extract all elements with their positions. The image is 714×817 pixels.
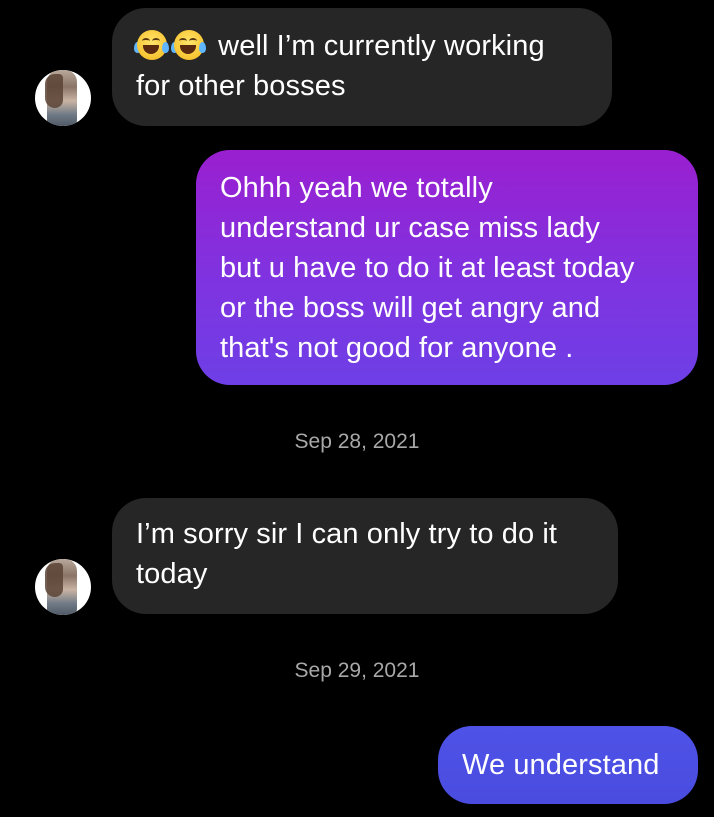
face-with-tears-of-joy-icon: [134, 30, 172, 60]
message-text: Ohhh yeah we totally: [220, 172, 493, 204]
message-text: I’m sorry sir I can only try to do it: [136, 518, 558, 550]
outgoing-message-2[interactable]: We understand: [438, 726, 698, 804]
message-text: understand ur case miss lady: [220, 212, 600, 244]
message-text: today: [136, 558, 208, 590]
message-text: for other bosses: [136, 70, 346, 102]
incoming-message-1[interactable]: well I’m currently working for other bos…: [112, 8, 612, 126]
message-text: well I’m currently working: [218, 30, 545, 62]
message-text: but u have to do it at least today: [220, 252, 635, 284]
date-separator: Sep 29, 2021: [294, 659, 420, 682]
face-with-tears-of-joy-icon: [171, 30, 209, 60]
message-text: that's not good for anyone .: [220, 332, 574, 364]
avatar-photo-detail: [45, 74, 63, 108]
message-text: We understand: [462, 749, 660, 781]
incoming-message-2[interactable]: I’m sorry sir I can only try to do it to…: [112, 498, 618, 614]
message-line: well I’m currently working: [134, 26, 590, 66]
outgoing-message-1[interactable]: Ohhh yeah we totally understand ur case …: [196, 150, 698, 385]
date-separator: Sep 28, 2021: [294, 430, 420, 453]
chat-thread: well I’m currently working for other bos…: [0, 0, 714, 817]
message-text: or the boss will get angry and: [220, 292, 601, 324]
contact-avatar[interactable]: [35, 559, 91, 615]
avatar-photo-detail: [45, 563, 63, 597]
contact-avatar[interactable]: [35, 70, 91, 126]
